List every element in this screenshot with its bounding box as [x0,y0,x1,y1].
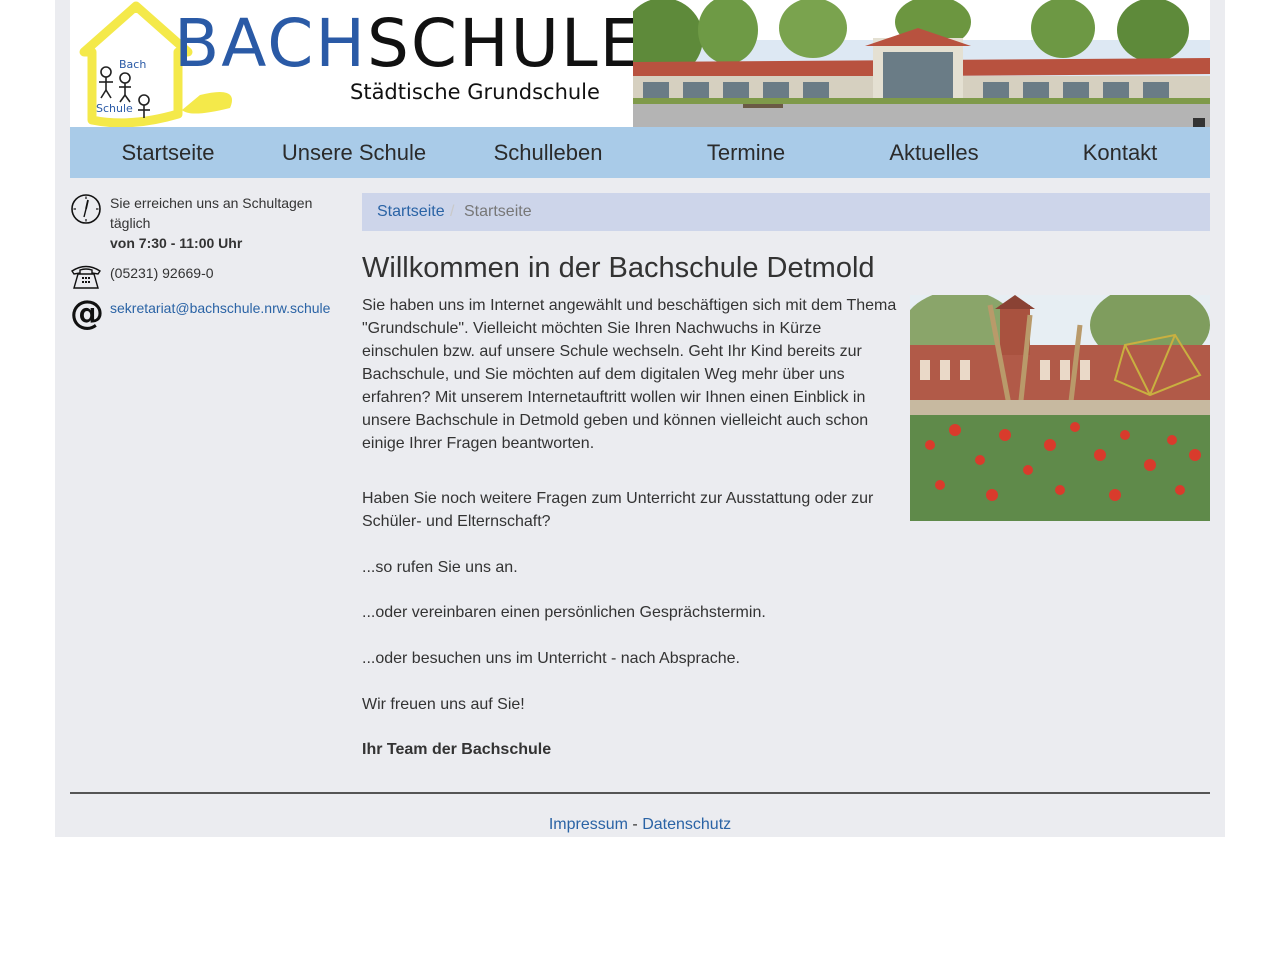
breadcrumb-home-link[interactable]: Startseite [377,193,445,231]
nav-item-unsere-schule[interactable]: Unsere Schule [266,127,442,178]
telephone-icon [71,265,101,289]
phone-number: (05231) 92669-0 [110,265,214,281]
nav-item-termine[interactable]: Termine [654,127,838,178]
site-footer: Impressum - Datenschutz [70,813,1210,836]
appointment-paragraph: ...oder vereinbaren einen persönlichen G… [362,604,766,621]
opening-hours-time: von 7:30 - 11:00 Uhr [110,235,243,251]
call-paragraph: ...so rufen Sie uns an. [362,559,518,576]
breadcrumb: Startseite / Startseite [362,193,1210,231]
logo-subtitle: Städtische Grundschule [350,80,600,104]
nav-item-kontakt[interactable]: Kontakt [1030,127,1210,178]
nav-item-schulleben[interactable]: Schulleben [442,127,654,178]
page-container: Bach Schule BACHSCHULE Städtische Grunds… [55,0,1225,837]
page-title: Willkommen in der Bachschule Detmold [362,252,875,284]
intro-paragraph: Sie haben uns im Internet angewählt und … [362,297,897,452]
footer-separator: - [632,816,638,833]
logo-house-word-1: Bach [119,58,147,71]
school-logo[interactable]: Bach Schule BACHSCHULE Städtische Grunds… [70,0,641,127]
clock-icon [71,194,101,224]
logo-house-word-2: Schule [96,102,133,115]
opening-hours-line-1: Sie erreichen uns an Schultagen täglich [110,195,313,231]
visit-paragraph: ...oder besuchen uns im Unterricht - nac… [362,650,740,667]
opening-hours-text: Sie erreichen uns an Schultagen täglich … [110,193,350,253]
breadcrumb-separator: / [450,203,455,220]
footer-divider [70,792,1210,794]
welcome-paragraph: Wir freuen uns auf Sie! [362,696,525,713]
breadcrumb-current: Startseite [464,203,532,220]
logo-wordmark-part-2: SCHULE [366,5,644,82]
email-link[interactable]: sekretariat@bachschule.nrw.schule [110,298,350,318]
schoolyard-photo [910,295,1210,521]
at-sign-icon: @ [70,293,104,333]
impressum-link[interactable]: Impressum [549,816,628,833]
main-navigation: Startseite Unsere Schule Schulleben Term… [70,127,1210,178]
site-header: Bach Schule BACHSCHULE Städtische Grunds… [70,0,1210,127]
nav-item-aktuelles[interactable]: Aktuelles [838,127,1030,178]
datenschutz-link[interactable]: Datenschutz [642,816,731,833]
signature-paragraph: Ihr Team der Bachschule [362,741,552,758]
nav-item-startseite[interactable]: Startseite [70,127,266,178]
question-paragraph: Haben Sie noch weitere Fragen zum Unterr… [362,490,874,530]
logo-wordmark: BACHSCHULE [174,4,643,84]
email-address[interactable]: sekretariat@bachschule.nrw.schule [110,300,330,316]
logo-wordmark-part-1: BACH [174,5,367,82]
school-building-photo [633,0,1210,127]
